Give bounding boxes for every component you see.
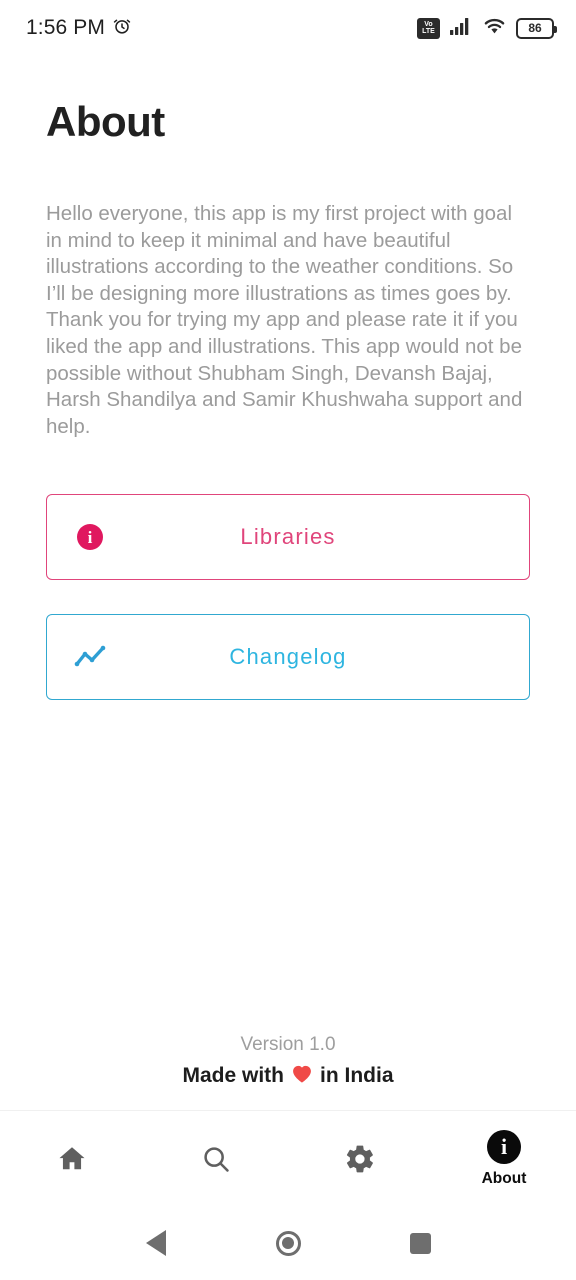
search-icon bbox=[200, 1142, 232, 1176]
battery-indicator: 86 bbox=[516, 17, 557, 39]
made-with-text: Made with in India bbox=[46, 1064, 530, 1088]
volte-icon: Vo LTE bbox=[417, 17, 440, 39]
page-title: About bbox=[46, 98, 165, 145]
status-bar-right: Vo LTE 86 bbox=[417, 16, 557, 41]
info-glyph: i bbox=[77, 524, 103, 551]
android-system-navigation bbox=[0, 1206, 576, 1280]
status-time: 1:56 PM bbox=[26, 16, 105, 39]
bottom-navigation-bar: i About bbox=[0, 1110, 576, 1206]
alarm-clock-icon bbox=[112, 16, 132, 41]
heart-icon bbox=[291, 1064, 313, 1088]
about-description: Hello everyone, this app is my first pro… bbox=[46, 202, 523, 438]
info-circle-icon: i bbox=[487, 1129, 521, 1164]
libraries-button-label: Libraries bbox=[240, 524, 336, 550]
info-circle-icon: i bbox=[73, 520, 107, 554]
volte-label-bottom: LTE bbox=[422, 28, 435, 35]
info-glyph: i bbox=[487, 1129, 521, 1164]
trending-line-chart-icon bbox=[73, 640, 107, 674]
nav-item-about[interactable]: i About bbox=[432, 1111, 576, 1206]
libraries-button[interactable]: i Libraries bbox=[46, 494, 530, 581]
made-with-prefix: Made with bbox=[182, 1064, 284, 1087]
wifi-icon bbox=[482, 16, 507, 41]
changelog-button-label: Changelog bbox=[229, 644, 347, 670]
version-text: Version 1.0 bbox=[240, 1034, 336, 1055]
changelog-button[interactable]: Changelog bbox=[46, 614, 530, 701]
status-bar-left: 1:56 PM bbox=[26, 16, 132, 41]
nav-item-search[interactable] bbox=[144, 1111, 288, 1206]
nav-item-home[interactable] bbox=[0, 1111, 144, 1206]
battery-level-text: 86 bbox=[528, 21, 542, 35]
recents-square-icon[interactable] bbox=[399, 1222, 441, 1264]
main-content: About Hello everyone, this app is my fir… bbox=[0, 56, 576, 1110]
gear-icon bbox=[344, 1142, 376, 1176]
footer: Version 1.0 Made with in India bbox=[46, 1034, 530, 1110]
cellular-signal-icon bbox=[449, 16, 473, 41]
made-with-suffix: in India bbox=[320, 1064, 394, 1087]
status-bar: 1:56 PM Vo LTE 86 bbox=[0, 0, 576, 56]
nav-item-about-label: About bbox=[481, 1169, 527, 1187]
home-circle-icon[interactable] bbox=[267, 1222, 309, 1264]
nav-item-settings[interactable] bbox=[288, 1111, 432, 1206]
home-icon bbox=[56, 1142, 88, 1176]
volte-label-top: Vo bbox=[424, 21, 433, 28]
app-screen: 1:56 PM Vo LTE 86 About Hello everyone, … bbox=[0, 0, 576, 1280]
back-triangle-icon[interactable] bbox=[135, 1222, 177, 1264]
